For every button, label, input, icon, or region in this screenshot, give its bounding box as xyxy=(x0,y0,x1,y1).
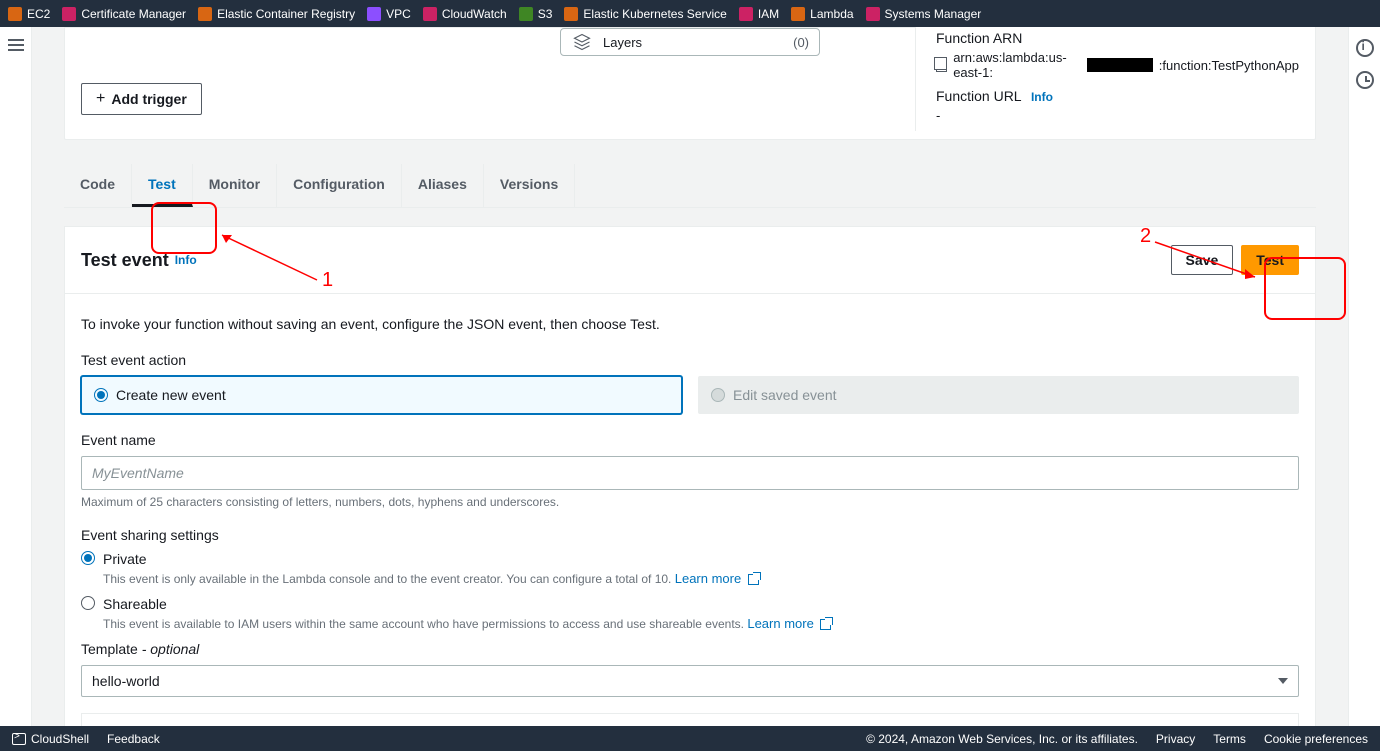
url-info-link[interactable]: Info xyxy=(1031,90,1053,104)
tab-configuration[interactable]: Configuration xyxy=(277,164,402,207)
layers-icon xyxy=(571,33,593,51)
svc-cloudwatch[interactable]: CloudWatch xyxy=(423,7,507,21)
layers-box[interactable]: Layers (0) xyxy=(560,28,820,56)
sharing-label: Event sharing settings xyxy=(81,527,1299,543)
url-label: Function URL Info xyxy=(936,88,1299,104)
tab-monitor[interactable]: Monitor xyxy=(193,164,277,207)
cloudshell-button[interactable]: CloudShell xyxy=(12,732,89,746)
event-name-input[interactable] xyxy=(81,456,1299,490)
test-event-info-link[interactable]: Info xyxy=(175,253,197,267)
arn-label: Function ARN xyxy=(936,30,1299,46)
layers-label: Layers xyxy=(603,35,783,50)
info-panel-icon[interactable] xyxy=(1356,39,1374,57)
svc-s3[interactable]: S3 xyxy=(519,7,553,21)
event-json-card: Event JSON Format JSON xyxy=(81,713,1299,726)
private-desc: This event is only available in the Lamb… xyxy=(103,571,1299,586)
annotation-number-1: 1 xyxy=(322,269,333,292)
radio-off-icon xyxy=(711,388,725,402)
bottom-bar: CloudShell Feedback © 2024, Amazon Web S… xyxy=(0,726,1380,751)
test-action-label: Test event action xyxy=(81,352,1299,368)
sharing-private-option[interactable]: Private xyxy=(81,551,1299,567)
copy-icon[interactable] xyxy=(936,59,947,72)
svc-vpc[interactable]: VPC xyxy=(367,7,411,21)
test-event-panel: Test event Info Save Test To invoke your… xyxy=(64,226,1316,726)
redacted-account xyxy=(1087,58,1152,72)
terms-link[interactable]: Terms xyxy=(1213,732,1246,746)
cookie-prefs-link[interactable]: Cookie preferences xyxy=(1264,732,1368,746)
function-tabs: Code Test Monitor Configuration Aliases … xyxy=(64,164,1316,208)
plus-icon: + xyxy=(96,90,105,108)
external-link-icon xyxy=(748,574,759,585)
svc-ec2[interactable]: EC2 xyxy=(8,7,50,21)
menu-toggle-icon[interactable] xyxy=(8,39,24,51)
layers-count: (0) xyxy=(793,35,809,50)
chevron-down-icon xyxy=(1278,678,1288,684)
save-button[interactable]: Save xyxy=(1171,245,1234,275)
arn-value: arn:aws:lambda:us-east-1::function:TestP… xyxy=(936,50,1299,80)
right-rail xyxy=(1348,27,1380,726)
template-select[interactable]: hello-world xyxy=(81,665,1299,697)
main-content: + Add trigger Layers (0) + Add destinati… xyxy=(32,27,1348,726)
privacy-link[interactable]: Privacy xyxy=(1156,732,1195,746)
edit-saved-event-option: Edit saved event xyxy=(698,376,1299,414)
svc-lambda[interactable]: Lambda xyxy=(791,7,853,21)
tab-test[interactable]: Test xyxy=(132,164,193,207)
sharing-shareable-option[interactable]: Shareable xyxy=(81,596,1299,612)
svc-ecr[interactable]: Elastic Container Registry xyxy=(198,7,355,21)
copyright: © 2024, Amazon Web Services, Inc. or its… xyxy=(866,732,1138,746)
radio-off-icon xyxy=(81,596,95,610)
test-button[interactable]: Test xyxy=(1241,245,1299,275)
radio-on-icon xyxy=(81,551,95,565)
tab-aliases[interactable]: Aliases xyxy=(402,164,484,207)
svc-eks[interactable]: Elastic Kubernetes Service xyxy=(564,7,726,21)
svc-ssm[interactable]: Systems Manager xyxy=(866,7,982,21)
test-description: To invoke your function without saving a… xyxy=(81,316,1299,332)
learn-more-shareable-link[interactable]: Learn more xyxy=(747,616,831,631)
function-designer-card: + Add trigger Layers (0) + Add destinati… xyxy=(64,27,1316,140)
svc-cert-mgr[interactable]: Certificate Manager xyxy=(62,7,186,21)
feedback-link[interactable]: Feedback xyxy=(107,732,160,746)
shareable-desc: This event is available to IAM users wit… xyxy=(103,616,1299,631)
event-name-helper: Maximum of 25 characters consisting of l… xyxy=(81,495,1299,509)
url-value: - xyxy=(936,108,1299,123)
add-trigger-button[interactable]: + Add trigger xyxy=(81,83,202,115)
create-new-event-option[interactable]: Create new event xyxy=(81,376,682,414)
service-bar: EC2 Certificate Manager Elastic Containe… xyxy=(0,0,1380,27)
annotation-number-2: 2 xyxy=(1140,225,1151,248)
function-info-panel: Function ARN arn:aws:lambda:us-east-1::f… xyxy=(915,27,1315,131)
event-name-label: Event name xyxy=(81,432,1299,448)
template-label: Template - optional xyxy=(81,641,1299,657)
learn-more-private-link[interactable]: Learn more xyxy=(675,571,759,586)
svc-iam[interactable]: IAM xyxy=(739,7,779,21)
history-icon[interactable] xyxy=(1356,71,1374,89)
tab-versions[interactable]: Versions xyxy=(484,164,575,207)
radio-on-icon xyxy=(94,388,108,402)
left-rail xyxy=(0,27,32,726)
cloudshell-icon xyxy=(12,733,26,745)
external-link-icon xyxy=(820,619,831,630)
tab-code[interactable]: Code xyxy=(64,164,132,207)
test-event-title: Test event xyxy=(81,250,169,271)
